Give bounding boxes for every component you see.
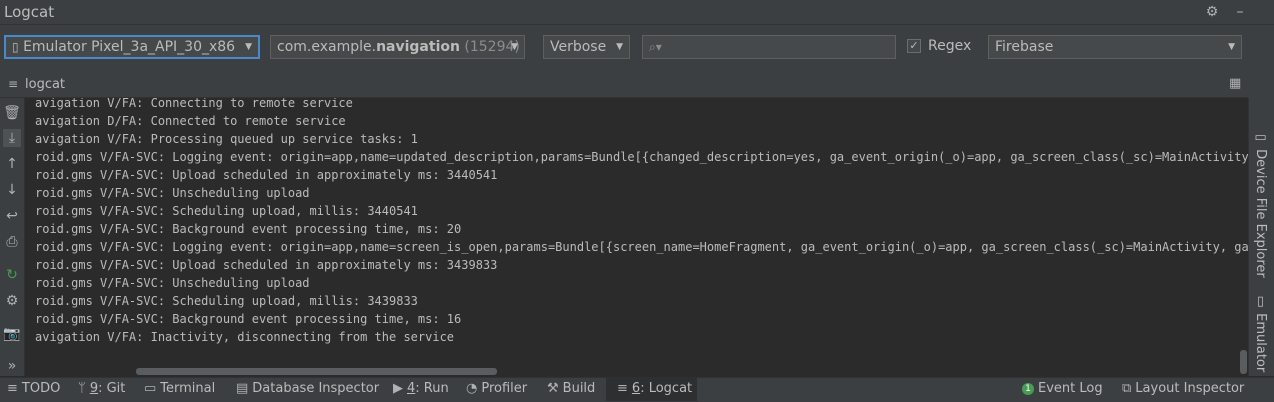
chevron-down-icon: ▼: [511, 42, 518, 52]
folder-icon: ▭: [1253, 130, 1268, 145]
camera-icon[interactable]: 📷: [3, 325, 21, 343]
regex-checkbox[interactable]: ✓: [907, 39, 921, 53]
tab-terminal-label: Terminal: [160, 381, 216, 396]
search-icon: ⌕▾: [649, 40, 662, 54]
tab-git-label: : Git: [98, 381, 126, 396]
horizontal-scrollbar[interactable]: [136, 368, 497, 375]
log-line: avigation D/FA: Connected to remote serv…: [35, 114, 346, 128]
run-icon: ▶: [393, 381, 403, 396]
emulator-tab[interactable]: ▯ Emulator: [1253, 294, 1268, 372]
log-level-selector[interactable]: Verbose ▼: [543, 35, 630, 59]
hammer-icon: ⚒: [547, 381, 559, 396]
tab-database-inspector[interactable]: ▤ Database Inspector: [236, 381, 379, 396]
list-icon: ≡: [8, 77, 19, 91]
tab-build-label: Build: [562, 381, 596, 396]
more-icon[interactable]: »: [3, 357, 21, 375]
log-line: roid.gms V/FA-SVC: Unscheduling upload: [35, 186, 310, 200]
process-package-prefix: com.example.: [277, 39, 377, 55]
database-icon: ▤: [236, 381, 249, 396]
list-icon: ≡: [617, 381, 628, 396]
print-icon[interactable]: ⎙: [3, 233, 21, 251]
log-line: roid.gms V/FA-SVC: Scheduling upload, mi…: [35, 294, 418, 308]
tab-todo-label: TODO: [21, 381, 61, 396]
log-line: avigation V/FA: Inactivity, disconnectin…: [35, 330, 455, 344]
filter-selector[interactable]: Firebase ▼: [988, 35, 1242, 59]
process-package-name: navigation: [376, 39, 460, 55]
emulator-label: Emulator: [1253, 313, 1268, 373]
profiler-icon: ◔: [466, 381, 478, 396]
tool-window-title-bar: [0, 0, 1274, 25]
arrow-up-icon[interactable]: ↑: [3, 155, 21, 173]
scroll-to-end-icon[interactable]: ⤓: [3, 129, 21, 147]
tab-logcat[interactable]: ≡ 6: Logcat: [617, 381, 692, 396]
device-icon: ▯: [12, 40, 19, 54]
tab-logcat-label: : Logcat: [640, 381, 693, 396]
logcat-panel-label: logcat: [25, 77, 66, 92]
log-line: roid.gms V/FA-SVC: Scheduling upload, mi…: [35, 204, 418, 218]
chevron-down-icon: ▼: [1228, 42, 1235, 52]
tab-todo[interactable]: ≡ TODO: [7, 381, 60, 396]
log-line: avigation V/FA: Connecting to remote ser…: [35, 98, 353, 110]
logcat-toolbar: ▯ Emulator Pixel_3a_API_30_x86 ▼ com.exa…: [0, 25, 1274, 73]
log-line: roid.gms V/FA-SVC: Background event proc…: [35, 222, 462, 236]
minimize-icon[interactable]: –: [1232, 4, 1248, 20]
chevron-down-icon: ▼: [245, 42, 252, 52]
tab-logcat-number: 6: [631, 381, 641, 396]
device-file-explorer-label: Device File Explorer: [1253, 149, 1268, 278]
device-selector-value: Emulator Pixel_3a_API_30_x86: [23, 39, 236, 55]
branch-icon: ᛘ: [78, 381, 86, 396]
logcat-side-toolbar: 🗑 ⤓ ↑ ↓ ↩ ⎙ ↻ ⚙ 📷 »: [0, 98, 25, 376]
device-file-explorer-tab[interactable]: ▭ Device File Explorer: [1253, 130, 1268, 278]
regex-label: Regex: [928, 38, 972, 54]
trash-icon[interactable]: 🗑: [3, 104, 21, 122]
filter-value: Firebase: [995, 39, 1054, 55]
tab-git[interactable]: ᛘ 9: Git: [78, 381, 125, 396]
emulator-icon: ▯: [1253, 294, 1268, 309]
log-line: roid.gms V/FA-SVC: Upload scheduled in a…: [35, 168, 498, 182]
tool-window-title: Logcat: [4, 3, 55, 21]
list-icon: ≡: [7, 381, 18, 396]
search-input[interactable]: ⌕▾: [642, 35, 896, 59]
layout-icon[interactable]: ▦: [1229, 76, 1241, 91]
event-log-badge: 1: [1022, 383, 1034, 395]
tab-build[interactable]: ⚒ Build: [547, 381, 595, 396]
log-output[interactable]: avigation V/FA: Connecting to remote ser…: [25, 98, 1248, 376]
layout-inspector-icon: ⧉: [1122, 381, 1132, 396]
logcat-panel-header: ≡ logcat ▦: [0, 73, 1248, 98]
tab-event-log[interactable]: 1 Event Log: [1022, 381, 1103, 396]
tab-git-number: 9: [89, 381, 99, 396]
tab-run-label: : Run: [415, 381, 449, 396]
chevron-down-icon: ▼: [616, 42, 623, 52]
tab-database-inspector-label: Database Inspector: [252, 381, 380, 396]
arrow-down-icon[interactable]: ↓: [3, 181, 21, 199]
soft-wrap-icon[interactable]: ↩: [3, 207, 21, 225]
log-line: roid.gms V/FA-SVC: Upload scheduled in a…: [35, 258, 498, 272]
right-strip-top: [1248, 25, 1274, 98]
log-level-value: Verbose: [550, 39, 607, 55]
tab-event-log-label: Event Log: [1038, 381, 1103, 396]
terminal-icon: ▭: [144, 381, 157, 396]
tab-layout-inspector[interactable]: ⧉ Layout Inspector: [1122, 381, 1244, 396]
tab-run[interactable]: ▶ 4: Run: [393, 381, 449, 396]
log-line: roid.gms V/FA-SVC: Background event proc…: [35, 312, 462, 326]
tab-profiler-label: Profiler: [481, 381, 528, 396]
log-line: roid.gms V/FA-SVC: Logging event: origin…: [35, 150, 1248, 164]
device-selector[interactable]: ▯ Emulator Pixel_3a_API_30_x86 ▼: [4, 35, 260, 59]
restart-icon[interactable]: ↻: [3, 266, 21, 284]
log-line: roid.gms V/FA-SVC: Logging event: origin…: [35, 240, 1248, 254]
tab-terminal[interactable]: ▭ Terminal: [144, 381, 215, 396]
settings-icon[interactable]: ⚙: [3, 292, 21, 310]
process-selector[interactable]: com.example.navigation (15294) ▼: [270, 35, 525, 59]
log-line: avigation V/FA: Processing queued up ser…: [35, 132, 418, 146]
gear-icon[interactable]: ⚙: [1204, 4, 1220, 20]
tab-layout-inspector-label: Layout Inspector: [1135, 381, 1245, 396]
vertical-scrollbar[interactable]: [1240, 350, 1247, 374]
log-line: roid.gms V/FA-SVC: Unscheduling upload: [35, 276, 310, 290]
tab-profiler[interactable]: ◔ Profiler: [466, 381, 527, 396]
